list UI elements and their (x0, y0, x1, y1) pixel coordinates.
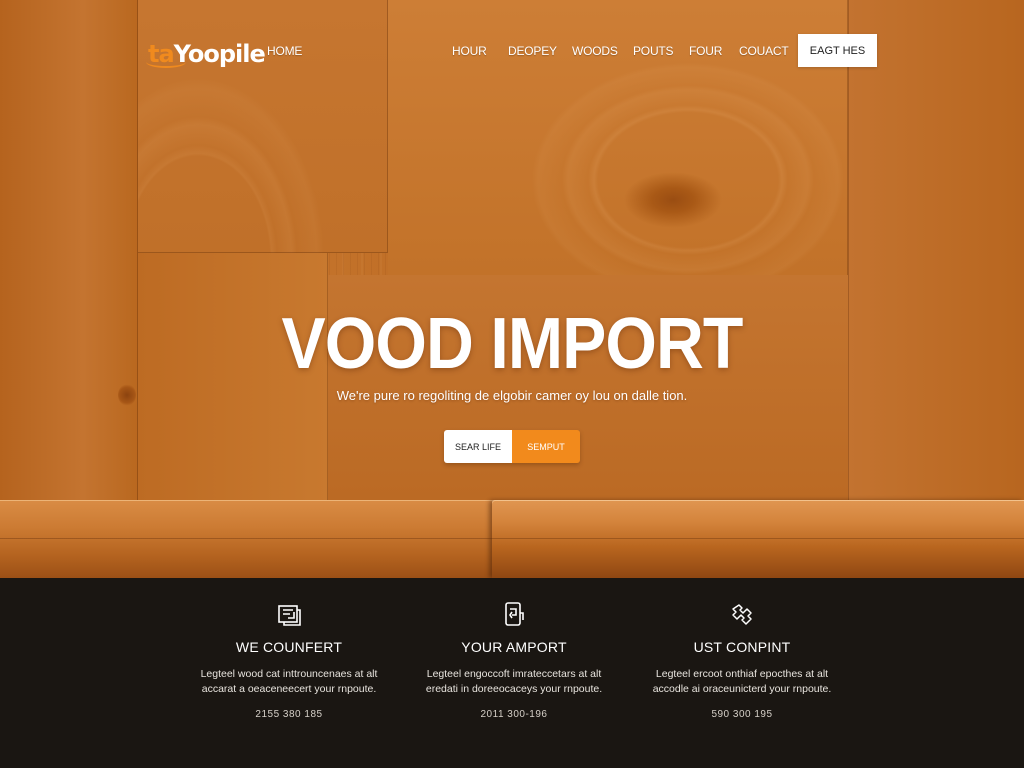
wood-shelf-right (492, 500, 1024, 578)
nav-four[interactable]: FOUR (689, 44, 722, 58)
hero-secondary-button[interactable]: SEMPUT (512, 430, 580, 463)
feature-line: eredati in doreeocaceys your rnpoute. (425, 683, 603, 695)
feature-card: YOUR AMPORT Legteel engoccoft imrateccet… (394, 600, 634, 720)
feature-line: accarat a oeaceneecert your rnpoute. (201, 683, 377, 695)
feature-title: YOUR AMPORT (461, 639, 567, 655)
nav-cta-button[interactable]: EAGT HES (798, 34, 877, 67)
hero-title: VOOD IMPORT (281, 304, 744, 384)
feature-phone: 590 300 195 (711, 709, 773, 720)
feature-description: Legteel wood cat inttrouncenaes at alt a… (169, 667, 409, 697)
feature-line: accodle ai oraceunicterd your rnpoute. (652, 683, 832, 695)
feature-description: Legteel engoccoft imrateccetars at alt e… (394, 667, 634, 697)
hero-section (0, 0, 1024, 578)
logo-swirl-icon (146, 56, 186, 68)
wood-plank-knot (388, 0, 848, 275)
wood-shelf-left (0, 500, 500, 578)
nav-pouts[interactable]: POUTS (633, 44, 674, 58)
wood-plank (0, 0, 138, 500)
feature-title: WE COUNFERT (235, 639, 343, 655)
feature-card: WE COUNFERT Legteel wood cat inttrouncen… (169, 600, 409, 720)
feature-line: Legteel engoccoft imrateccetars at alt (426, 668, 602, 680)
feature-card: UST CONPINT Legteel ercoot onthiaf epoct… (622, 600, 862, 720)
feature-phone: 2155 380 185 (255, 709, 323, 720)
wood-plank (848, 0, 1024, 500)
hero-primary-button[interactable]: SEAR LIFE (444, 430, 512, 463)
feature-title: UST CONPINT (693, 639, 791, 655)
box-icon (278, 605, 301, 626)
puzzle-icon (732, 604, 752, 625)
nav-deopey[interactable]: DEOPEY (508, 44, 557, 58)
feature-phone: 2011 300-196 (480, 709, 548, 720)
feature-description: Legteel ercoot onthiaf epocthes at alt a… (622, 667, 862, 697)
hero-button-group: SEAR LIFE SEMPUT (444, 430, 580, 463)
feature-line: Legteel wood cat inttrouncenaes at alt (200, 668, 378, 680)
nav-contact[interactable]: COUACT (739, 44, 789, 58)
feature-line: Legteel ercoot onthiaf epocthes at alt (655, 668, 829, 680)
nav-home[interactable]: HOME (267, 44, 302, 58)
site-logo[interactable]: ta Yoopile (146, 34, 266, 68)
nav-woods[interactable]: WOODS (572, 44, 618, 58)
shelf-divider (0, 538, 1024, 539)
hero-subtitle: We're pure ro regoliting de elgobir came… (336, 388, 688, 403)
phone-device-icon (505, 602, 524, 626)
nav-hour[interactable]: HOUR (452, 44, 487, 58)
logo-wordmark: Yoopile (173, 40, 266, 68)
